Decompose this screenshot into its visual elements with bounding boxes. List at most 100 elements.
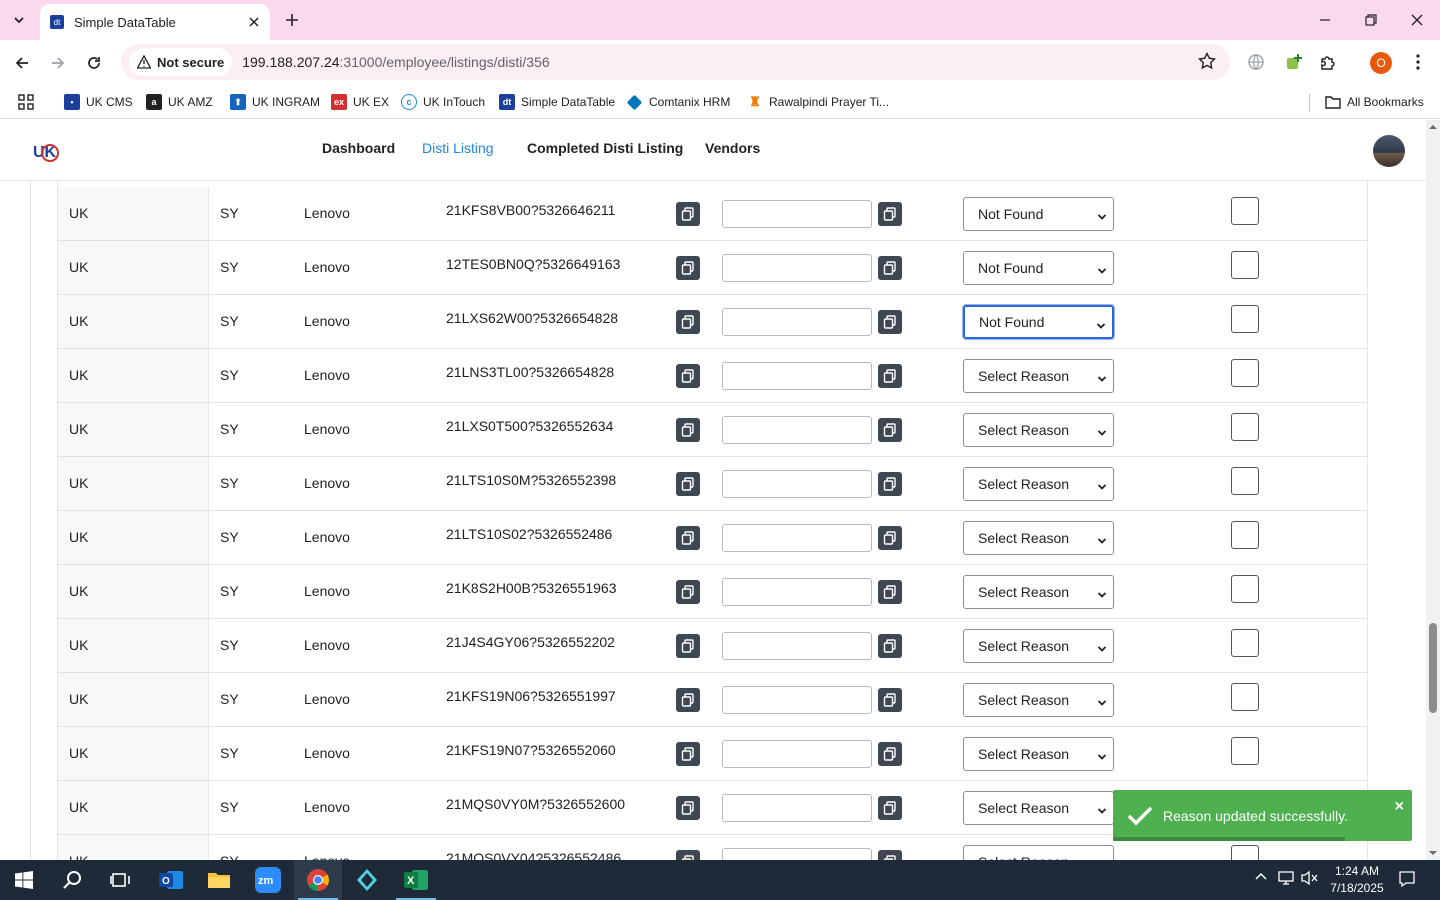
row-checkbox[interactable]: [1231, 413, 1259, 441]
copy-sku-button[interactable]: [676, 418, 700, 442]
notifications-icon[interactable]: [1398, 870, 1416, 893]
copy-sku-button[interactable]: [676, 472, 700, 496]
row-checkbox[interactable]: [1231, 305, 1259, 333]
reason-select[interactable]: Select Reason: [963, 845, 1114, 860]
bookmark-uk-cms[interactable]: ▪ UK CMS: [64, 92, 133, 112]
copy-sku-button[interactable]: [676, 634, 700, 658]
taskbar-chrome[interactable]: [294, 860, 342, 900]
reason-select[interactable]: Select Reason: [963, 683, 1114, 717]
listing-input[interactable]: [722, 578, 872, 606]
copy-sku-button[interactable]: [676, 796, 700, 820]
copy-sku-button[interactable]: [676, 580, 700, 604]
extensions-puzzle-icon[interactable]: [1316, 50, 1340, 74]
volume-muted-icon[interactable]: [1301, 870, 1319, 891]
close-window-button[interactable]: [1394, 4, 1440, 36]
bookmark-uk-ex[interactable]: ex UK EX: [331, 92, 389, 112]
copy-input-button[interactable]: [878, 364, 902, 388]
tray-chevron-icon[interactable]: [1254, 870, 1268, 889]
copy-sku-button[interactable]: [676, 742, 700, 766]
listing-input[interactable]: [722, 740, 872, 768]
new-tab-button[interactable]: [280, 8, 304, 32]
nav-dashboard[interactable]: Dashboard: [322, 140, 395, 156]
listing-input[interactable]: [722, 200, 872, 228]
site-info-chip[interactable]: Not secure: [129, 48, 233, 76]
reason-select[interactable]: Select Reason: [963, 791, 1114, 825]
copy-input-button[interactable]: [878, 256, 902, 280]
copy-input-button[interactable]: [878, 310, 902, 334]
listing-input[interactable]: [722, 524, 872, 552]
reason-select[interactable]: Not Found: [963, 197, 1114, 231]
network-icon[interactable]: [1278, 870, 1296, 891]
page-scrollbar[interactable]: [1426, 120, 1440, 860]
listing-input[interactable]: [722, 848, 872, 860]
bookmark-comtanix-hrm[interactable]: Comtanix HRM: [626, 92, 730, 112]
bookmark-simple-datatable[interactable]: dt Simple DataTable: [499, 92, 615, 112]
listing-input[interactable]: [722, 794, 872, 822]
browser-menu-icon[interactable]: [1406, 50, 1430, 74]
forward-button[interactable]: [43, 48, 73, 78]
row-checkbox[interactable]: [1231, 845, 1259, 860]
copy-input-button[interactable]: [878, 472, 902, 496]
reason-select[interactable]: Select Reason: [963, 629, 1114, 663]
listing-input[interactable]: [722, 686, 872, 714]
tab-close-icon[interactable]: [244, 12, 264, 32]
listing-input[interactable]: [722, 362, 872, 390]
row-checkbox[interactable]: [1231, 521, 1259, 549]
profile-avatar[interactable]: O: [1370, 52, 1392, 74]
copy-sku-button[interactable]: [676, 202, 700, 226]
row-checkbox[interactable]: [1231, 683, 1259, 711]
copy-input-button[interactable]: [878, 202, 902, 226]
reload-button[interactable]: [79, 48, 109, 78]
row-checkbox[interactable]: [1231, 737, 1259, 765]
minimize-button[interactable]: [1302, 4, 1348, 36]
apps-grid-icon[interactable]: [18, 92, 34, 112]
copy-input-button[interactable]: [878, 688, 902, 712]
row-checkbox[interactable]: [1231, 251, 1259, 279]
reason-select[interactable]: Not Found: [962, 304, 1115, 340]
restore-button[interactable]: [1348, 4, 1394, 36]
translate-globe-icon[interactable]: [1244, 50, 1268, 74]
taskbar-zoom[interactable]: zm: [244, 860, 292, 900]
bookmark-uk-amz[interactable]: a UK AMZ: [146, 92, 213, 112]
copy-input-button[interactable]: [878, 526, 902, 550]
taskbar-app-diamond[interactable]: [343, 860, 391, 900]
copy-sku-button[interactable]: [676, 364, 700, 388]
listing-input[interactable]: [722, 416, 872, 444]
nav-vendors[interactable]: Vendors: [705, 140, 760, 156]
copy-sku-button[interactable]: [676, 688, 700, 712]
bookmark-uk-ingram[interactable]: ⬆ UK INGRAM: [230, 92, 320, 112]
listing-input[interactable]: [722, 632, 872, 660]
bookmark-uk-intouch[interactable]: c UK InTouch: [401, 92, 485, 112]
task-view-button[interactable]: [96, 860, 144, 900]
nav-completed-disti-listing[interactable]: Completed Disti Listing: [527, 140, 683, 156]
reason-select[interactable]: Select Reason: [963, 467, 1114, 501]
browser-tab-active[interactable]: dt Simple DataTable: [40, 4, 270, 40]
reason-select[interactable]: Not Found: [963, 251, 1114, 285]
reason-select[interactable]: Select Reason: [963, 359, 1114, 393]
copy-sku-button[interactable]: [676, 850, 700, 860]
reason-select[interactable]: Select Reason: [963, 521, 1114, 555]
reason-select[interactable]: Select Reason: [963, 413, 1114, 447]
copy-input-button[interactable]: [878, 580, 902, 604]
copy-sku-button[interactable]: [676, 310, 700, 334]
scroll-thumb[interactable]: [1429, 623, 1437, 713]
row-checkbox[interactable]: [1231, 629, 1259, 657]
search-button[interactable]: [48, 860, 96, 900]
taskbar-outlook[interactable]: O: [147, 860, 195, 900]
tab-search-button[interactable]: [6, 8, 32, 32]
user-avatar[interactable]: [1373, 135, 1405, 167]
reason-select[interactable]: Select Reason: [963, 737, 1114, 771]
nav-disti-listing[interactable]: Disti Listing: [422, 140, 494, 156]
taskbar-clock[interactable]: 1:24 AM 7/18/2025: [1318, 863, 1396, 897]
bookmark-star-icon[interactable]: [1198, 51, 1216, 75]
listing-input[interactable]: [722, 308, 872, 336]
row-checkbox[interactable]: [1231, 197, 1259, 225]
back-button[interactable]: [7, 48, 37, 78]
copy-input-button[interactable]: [878, 418, 902, 442]
all-bookmarks-button[interactable]: All Bookmarks: [1325, 92, 1424, 112]
copy-input-button[interactable]: [878, 742, 902, 766]
start-button[interactable]: [0, 860, 48, 900]
row-checkbox[interactable]: [1231, 359, 1259, 387]
copy-sku-button[interactable]: [676, 526, 700, 550]
bookmark-rawalpindi-prayer[interactable]: ♜ Rawalpindi Prayer Ti...: [747, 92, 889, 112]
